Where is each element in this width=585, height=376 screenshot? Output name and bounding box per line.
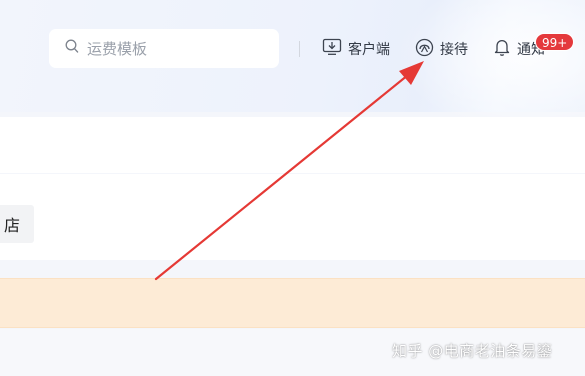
annotation-arrow: [154, 61, 424, 281]
page: 客户端 接待 通知 99+ 店: [0, 0, 585, 376]
annotation-arrow-head: [399, 61, 424, 85]
annotation-arrow-shaft: [154, 73, 410, 281]
watermark-text: 知乎 @电商老油条易鎏: [392, 342, 553, 360]
